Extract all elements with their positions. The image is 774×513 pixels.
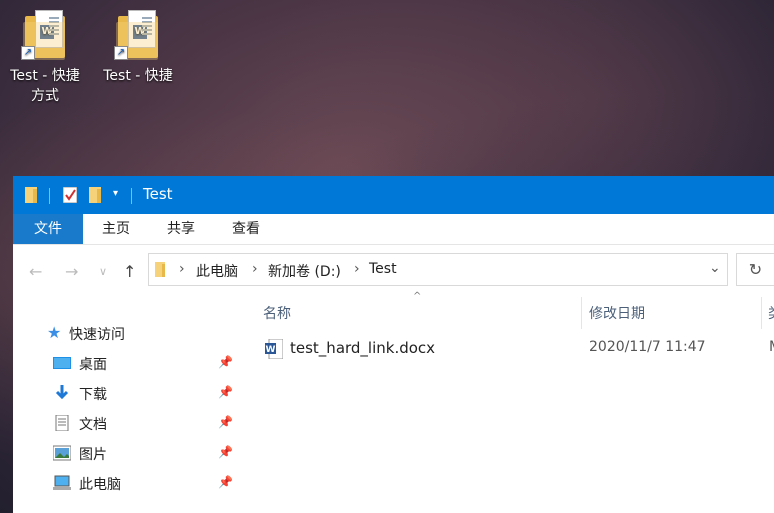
folder-icon: [25, 187, 37, 203]
tab-view[interactable]: 查看: [221, 214, 271, 244]
tab-file[interactable]: 文件: [13, 214, 83, 244]
refresh-icon[interactable]: ↻: [736, 253, 774, 286]
file-list: ^ 名称 修改日期 类 W test_hard_link.docx 2020/1…: [241, 291, 774, 513]
tab-share[interactable]: 共享: [156, 214, 206, 244]
column-header-type[interactable]: 类: [768, 303, 774, 323]
column-header-name[interactable]: 名称: [263, 303, 291, 323]
pin-icon[interactable]: 📌: [218, 355, 233, 369]
address-row: ← → ∨ ↑ › 此电脑 › 新加卷 (D:) › Test ⌄ ↻: [13, 245, 774, 295]
sort-ascending-icon: ^: [413, 291, 422, 302]
desktop-icon: [53, 357, 71, 369]
new-folder-icon[interactable]: [89, 187, 103, 203]
breadcrumb-volume-d[interactable]: 新加卷 (D:): [268, 261, 341, 281]
desktop-shortcut-2[interactable]: W ↗ Test - 快捷: [98, 8, 178, 86]
sidebar-item-quick-access[interactable]: ★ 快速访问: [47, 321, 233, 347]
word-folder-shortcut-icon: W ↗: [21, 8, 69, 64]
folder-icon: [155, 262, 165, 277]
properties-icon[interactable]: [63, 187, 77, 203]
navigation-pane: ★ 快速访问 桌面 📌 下载 📌 文档 📌 图片 📌 此电脑 📌: [13, 295, 241, 513]
quick-access-toolbar-dropdown-icon[interactable]: ▾: [113, 188, 118, 199]
tab-home[interactable]: 主页: [91, 214, 141, 244]
desktop-shortcut-label-line2: 方式: [31, 88, 59, 104]
table-row[interactable]: W test_hard_link.docx 2020/11/7 11:47 M: [261, 339, 774, 365]
address-dropdown-chevron-icon[interactable]: ⌄: [709, 260, 721, 276]
desktop-shortcut-1[interactable]: W ↗ Test - 快捷 方式: [5, 8, 85, 106]
column-header-modified[interactable]: 修改日期: [589, 303, 645, 323]
breadcrumb-separator-icon: ›: [252, 261, 258, 277]
breadcrumb-test[interactable]: Test: [369, 261, 397, 277]
svg-text:W: W: [266, 345, 276, 355]
title-bar[interactable]: ▾ Test: [13, 176, 774, 214]
address-bar[interactable]: › 此电脑 › 新加卷 (D:) › Test ⌄: [148, 253, 728, 286]
explorer-window: ▾ Test 文件 主页 共享 查看 ← → ∨ ↑ › 此电脑 › 新加卷 (…: [13, 176, 774, 513]
desktop-shortcut-label-line1: Test - 快捷: [10, 68, 80, 84]
sidebar-item-desktop[interactable]: 桌面 📌: [53, 351, 239, 377]
forward-arrow-icon[interactable]: →: [65, 262, 78, 281]
breadcrumb-this-pc[interactable]: 此电脑: [196, 261, 238, 281]
pin-icon[interactable]: 📌: [218, 445, 233, 459]
pin-icon[interactable]: 📌: [218, 475, 233, 489]
desktop-shortcut-label-line1: Test - 快捷: [103, 68, 173, 84]
sidebar-item-this-pc[interactable]: 此电脑 📌: [53, 471, 239, 497]
download-icon: [55, 385, 69, 400]
file-modified: 2020/11/7 11:47: [589, 339, 706, 355]
pin-icon[interactable]: 📌: [218, 415, 233, 429]
pin-icon[interactable]: 📌: [218, 385, 233, 399]
sidebar-item-documents[interactable]: 文档 📌: [53, 411, 239, 437]
star-icon: ★: [47, 323, 62, 342]
word-document-icon: W: [265, 339, 283, 359]
up-arrow-icon[interactable]: ↑: [123, 262, 136, 281]
word-folder-shortcut-icon: W ↗: [114, 8, 162, 64]
sidebar-item-pictures[interactable]: 图片 📌: [53, 441, 239, 467]
window-title: Test: [143, 185, 173, 203]
ribbon-tabs: 文件 主页 共享 查看: [13, 214, 774, 245]
computer-icon: [53, 475, 71, 490]
back-arrow-icon[interactable]: ←: [29, 262, 42, 281]
breadcrumb-separator-icon: ›: [354, 261, 360, 277]
breadcrumb-separator-icon: ›: [179, 261, 185, 277]
sidebar-item-downloads[interactable]: 下载 📌: [53, 381, 239, 407]
recent-locations-chevron-icon[interactable]: ∨: [99, 265, 107, 278]
documents-icon: [55, 415, 69, 431]
file-name: test_hard_link.docx: [290, 339, 436, 357]
pictures-icon: [53, 445, 71, 461]
file-type: M: [769, 339, 774, 355]
